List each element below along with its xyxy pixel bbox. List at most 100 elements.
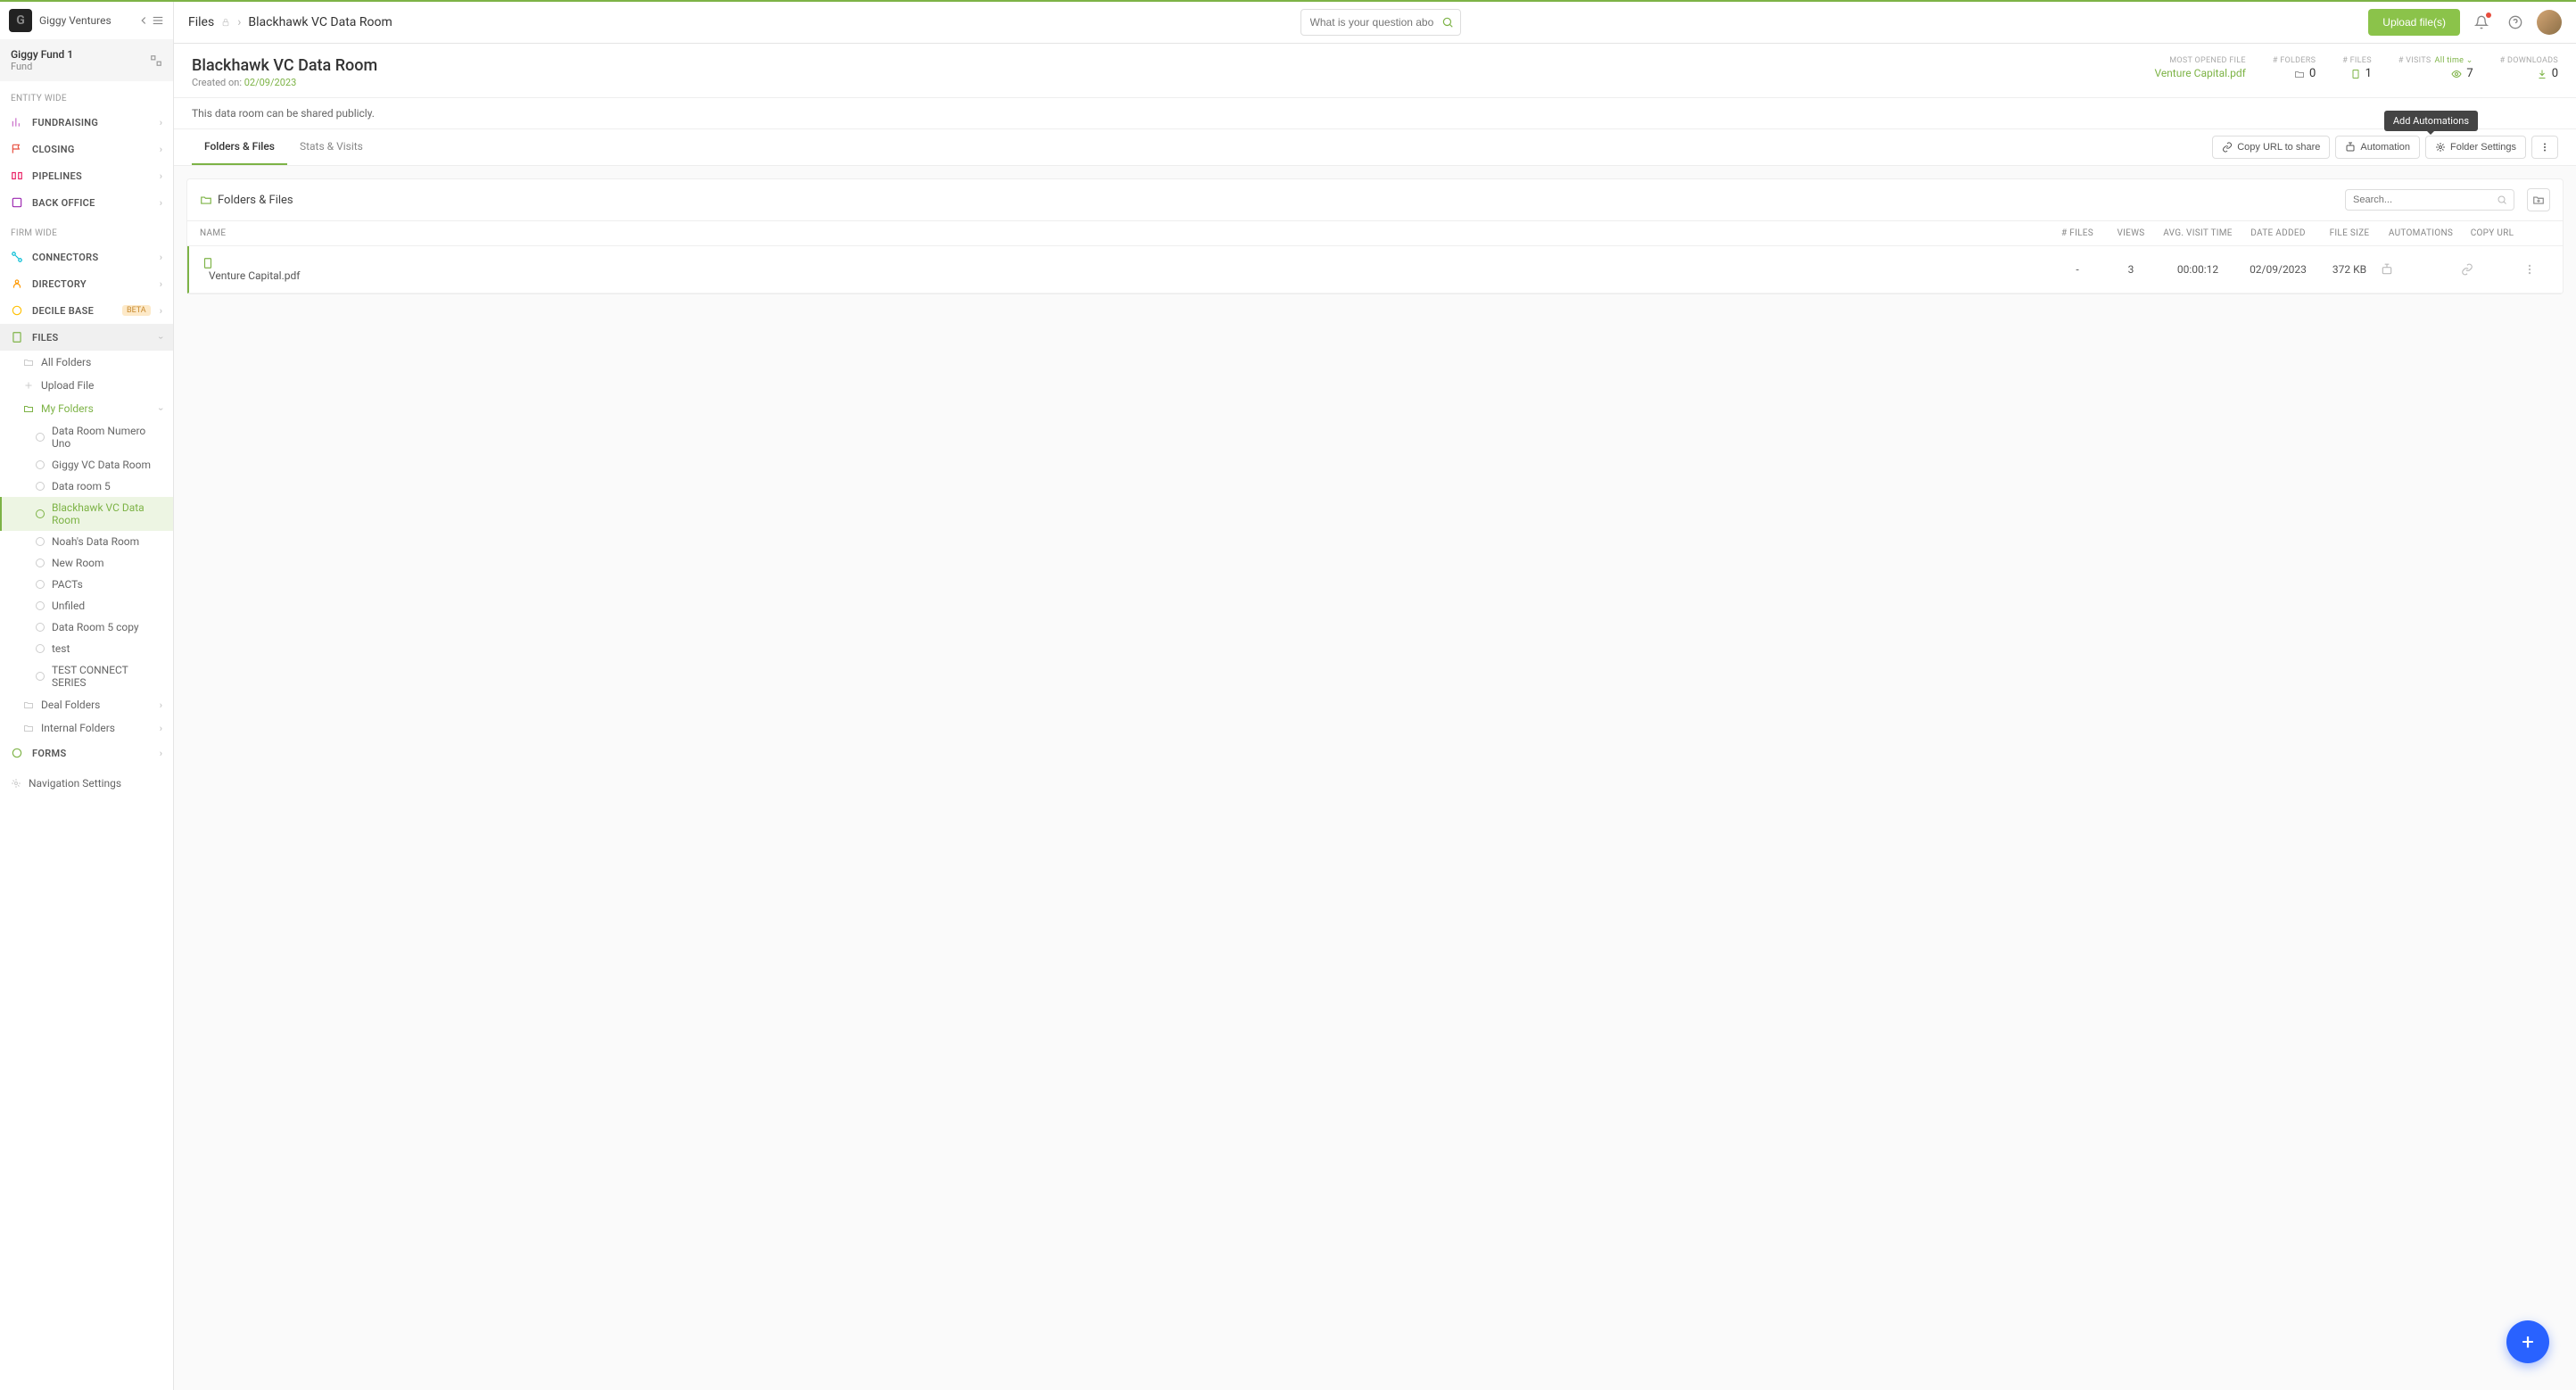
breadcrumb-current: Blackhawk VC Data Room bbox=[248, 15, 392, 29]
circle-icon bbox=[36, 460, 45, 469]
folder-name: Data Room 5 copy bbox=[52, 621, 139, 633]
tab-stats-visits[interactable]: Stats & Visits bbox=[287, 129, 376, 165]
col-copy[interactable]: COPY URL bbox=[2461, 228, 2523, 238]
nav-directory[interactable]: DIRECTORY › bbox=[0, 270, 173, 297]
col-date[interactable]: DATE ADDED bbox=[2238, 228, 2318, 238]
folder-name: test bbox=[52, 642, 70, 655]
user-avatar[interactable] bbox=[2537, 10, 2562, 35]
nav-fundraising[interactable]: FUNDRAISING › bbox=[0, 109, 173, 136]
automation-icon bbox=[2345, 142, 2356, 153]
cell-files: - bbox=[2051, 263, 2104, 276]
files-panel: Folders & Files NAME # FILES VIE bbox=[186, 178, 2564, 294]
link-icon bbox=[2222, 142, 2233, 153]
folder-name: Data Room Numero Uno bbox=[52, 425, 162, 450]
stat-most-opened: MOST OPENED FILE Venture Capital.pdf bbox=[2154, 56, 2245, 79]
search-icon[interactable] bbox=[2497, 194, 2507, 205]
automation-icon[interactable] bbox=[2381, 263, 2461, 276]
nav-back-office[interactable]: BACK OFFICE › bbox=[0, 189, 173, 216]
folder-item[interactable]: Data room 5 bbox=[0, 476, 173, 497]
panel-search-input[interactable] bbox=[2345, 189, 2514, 211]
folder-item[interactable]: Blackhawk VC Data Room bbox=[0, 497, 173, 531]
sub-deal-folders[interactable]: Deal Folders › bbox=[0, 693, 173, 716]
stat-downloads: # DOWNLOADS 0 bbox=[2500, 56, 2558, 80]
fund-selector[interactable]: Giggy Fund 1 Fund bbox=[0, 39, 173, 81]
cell-views: 3 bbox=[2104, 263, 2158, 276]
table-row[interactable]: Venture Capital.pdf-300:00:1202/09/20233… bbox=[187, 246, 2563, 294]
notifications-button[interactable] bbox=[2469, 10, 2494, 35]
col-files[interactable]: # FILES bbox=[2051, 228, 2104, 238]
period-dropdown[interactable]: All time ⌄ bbox=[2435, 56, 2473, 65]
chevron-right-icon: › bbox=[160, 197, 162, 209]
folder-item[interactable]: Noah's Data Room bbox=[0, 531, 173, 552]
nav-settings[interactable]: Navigation Settings bbox=[0, 772, 173, 795]
folder-icon bbox=[23, 699, 34, 710]
folder-settings-button[interactable]: Folder Settings bbox=[2425, 136, 2526, 159]
folder-item[interactable]: Unfiled bbox=[0, 595, 173, 616]
circle-icon bbox=[36, 433, 45, 442]
sub-my-folders[interactable]: My Folders › bbox=[0, 397, 173, 420]
file-icon bbox=[202, 257, 2051, 269]
nav-decile-base[interactable]: DECILE BASE BETA › bbox=[0, 297, 173, 324]
gear-icon bbox=[2435, 142, 2446, 153]
circle-icon bbox=[36, 558, 45, 567]
chevron-down-icon: ⌄ bbox=[2466, 56, 2473, 65]
cell-date: 02/09/2023 bbox=[2238, 263, 2318, 276]
nav-pipelines[interactable]: PIPELINES › bbox=[0, 162, 173, 189]
upload-button[interactable]: Upload file(s) bbox=[2368, 9, 2460, 36]
search-input[interactable] bbox=[1300, 9, 1461, 36]
created-date: 02/09/2023 bbox=[244, 77, 297, 88]
nav-forms[interactable]: FORMS › bbox=[0, 740, 173, 766]
topbar-actions: Upload file(s) bbox=[2368, 9, 2562, 36]
panel-search bbox=[2345, 189, 2514, 211]
beta-badge: BETA bbox=[122, 305, 151, 316]
folder-item[interactable]: Data Room Numero Uno bbox=[0, 420, 173, 454]
nav-label: CLOSING bbox=[32, 144, 151, 155]
more-vertical-icon[interactable] bbox=[2523, 263, 2550, 276]
copy-url-button[interactable]: Copy URL to share bbox=[2212, 136, 2330, 159]
folder-item[interactable]: New Room bbox=[0, 552, 173, 574]
folder-item[interactable]: Giggy VC Data Room bbox=[0, 454, 173, 476]
nav-closing[interactable]: CLOSING › bbox=[0, 136, 173, 162]
tabs-row: Folders & Files Stats & Visits Add Autom… bbox=[174, 129, 2576, 166]
folder-item[interactable]: Data Room 5 copy bbox=[0, 616, 173, 638]
help-button[interactable] bbox=[2503, 10, 2528, 35]
folder-icon bbox=[23, 357, 34, 368]
eye-icon bbox=[2451, 69, 2462, 79]
search-icon[interactable] bbox=[1441, 16, 1454, 29]
nav-label: CONNECTORS bbox=[32, 252, 151, 263]
breadcrumb: Files › Blackhawk VC Data Room bbox=[188, 15, 392, 29]
col-views[interactable]: VIEWS bbox=[2104, 228, 2158, 238]
folder-icon bbox=[2294, 69, 2305, 79]
sub-label: Internal Folders bbox=[41, 722, 115, 734]
lock-icon bbox=[221, 18, 230, 27]
fab-button[interactable]: + bbox=[2506, 1320, 2549, 1363]
sidebar-collapse-icon[interactable] bbox=[137, 14, 164, 27]
link-icon[interactable] bbox=[2461, 263, 2523, 276]
stat-folders: # FOLDERS 0 bbox=[2273, 56, 2316, 80]
most-opened-link[interactable]: Venture Capital.pdf bbox=[2154, 67, 2245, 79]
breadcrumb-separator: › bbox=[237, 15, 241, 29]
breadcrumb-root[interactable]: Files bbox=[188, 15, 214, 29]
folder-item[interactable]: TEST CONNECT SERIES bbox=[0, 659, 173, 693]
swap-icon[interactable] bbox=[150, 54, 162, 67]
folder-item[interactable]: PACTs bbox=[0, 574, 173, 595]
new-folder-button[interactable] bbox=[2527, 188, 2550, 211]
nav-files[interactable]: FILES › bbox=[0, 324, 173, 351]
folder-item[interactable]: test bbox=[0, 638, 173, 659]
sub-internal-folders[interactable]: Internal Folders › bbox=[0, 716, 173, 740]
col-name[interactable]: NAME bbox=[200, 228, 2051, 238]
circle-icon bbox=[36, 672, 45, 681]
folder-name: Giggy VC Data Room bbox=[52, 459, 151, 471]
col-size[interactable]: FILE SIZE bbox=[2318, 228, 2381, 238]
col-avg[interactable]: AVG. VISIT TIME bbox=[2158, 228, 2238, 238]
col-auto[interactable]: AUTOMATIONS bbox=[2381, 228, 2461, 238]
sub-upload-file[interactable]: Upload File bbox=[0, 374, 173, 397]
nav-connectors[interactable]: CONNECTORS › bbox=[0, 244, 173, 270]
automation-button[interactable]: Automation bbox=[2335, 136, 2420, 159]
tab-folders-files[interactable]: Folders & Files bbox=[192, 129, 287, 165]
more-actions-button[interactable] bbox=[2531, 136, 2558, 159]
nav-label: FORMS bbox=[32, 748, 151, 759]
sub-label: All Folders bbox=[41, 356, 91, 368]
page-header: Blackhawk VC Data Room Created on: 02/09… bbox=[174, 44, 2576, 98]
sub-all-folders[interactable]: All Folders bbox=[0, 351, 173, 374]
